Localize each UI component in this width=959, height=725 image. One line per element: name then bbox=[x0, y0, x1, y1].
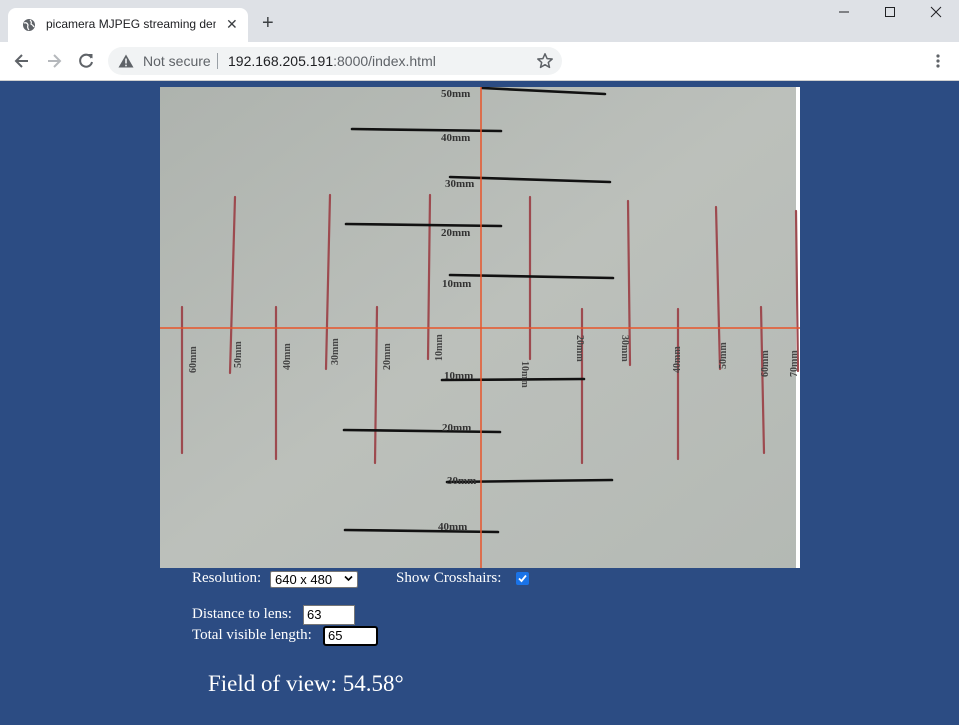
url-path: :8000/index.html bbox=[333, 53, 436, 69]
scale-label: 20mm bbox=[382, 343, 393, 370]
close-icon[interactable]: ✕ bbox=[226, 16, 238, 33]
scale-label: 30mm bbox=[447, 475, 476, 487]
reload-icon[interactable] bbox=[76, 51, 96, 71]
scale-label: 40mm bbox=[441, 132, 470, 144]
divider bbox=[217, 53, 218, 69]
scale-label: 10mm bbox=[434, 334, 445, 361]
distance-label: Distance to lens: bbox=[192, 606, 292, 622]
scale-label: 30mm bbox=[330, 338, 341, 365]
browser-toolbar: Not secure 192.168.205.191:8000/index.ht… bbox=[0, 42, 959, 81]
scale-label: 50mm bbox=[441, 88, 470, 100]
scale-label: 20mm bbox=[441, 227, 470, 239]
scale-label: 30mm bbox=[619, 335, 630, 362]
scale-label: 50mm bbox=[233, 341, 244, 368]
checkmark-icon bbox=[518, 574, 527, 583]
chevron-down-icon bbox=[344, 575, 353, 582]
warning-icon[interactable] bbox=[118, 54, 134, 68]
maximize-icon[interactable] bbox=[870, 5, 910, 27]
address-bar[interactable]: Not secure 192.168.205.191:8000/index.ht… bbox=[108, 47, 562, 75]
camera-stream: 50mm 40mm 30mm 20mm 10mm 10mm 20mm 30mm … bbox=[160, 87, 800, 568]
stream-image: 50mm 40mm 30mm 20mm 10mm 10mm 20mm 30mm … bbox=[160, 87, 800, 568]
scale-label: 60mm bbox=[760, 350, 771, 377]
security-label[interactable]: Not secure bbox=[143, 53, 211, 69]
browser-tab[interactable]: picamera MJPEG streaming demo ✕ bbox=[8, 8, 248, 42]
resolution-value: 640 x 480 bbox=[275, 572, 333, 587]
back-arrow-icon[interactable] bbox=[12, 51, 32, 71]
minimize-icon[interactable] bbox=[824, 5, 864, 27]
url-host: 192.168.205.191 bbox=[228, 53, 334, 69]
scale-label: 70mm bbox=[789, 350, 800, 377]
resolution-label: Resolution: bbox=[192, 570, 262, 586]
scale-label: 60mm bbox=[188, 346, 199, 373]
scale-label: 40mm bbox=[672, 346, 683, 373]
url-text[interactable]: 192.168.205.191:8000/index.html bbox=[228, 53, 436, 69]
tab-strip: picamera MJPEG streaming demo ✕ + bbox=[0, 0, 959, 42]
scale-label: 10mm bbox=[519, 361, 530, 388]
scale-label: 20mm bbox=[574, 335, 585, 362]
scale-label: 40mm bbox=[282, 343, 293, 370]
scale-label: 20mm bbox=[442, 422, 471, 434]
globe-icon bbox=[23, 19, 35, 31]
scale-label: 10mm bbox=[442, 278, 471, 290]
distance-input[interactable]: 63 bbox=[303, 605, 355, 625]
field-of-view-result: Field of view: 54.58° bbox=[208, 671, 404, 696]
crosshairs-checkbox[interactable] bbox=[516, 572, 529, 585]
crosshairs-label: Show Crosshairs: bbox=[396, 570, 502, 586]
scale-label: 30mm bbox=[445, 178, 474, 190]
scale-label: 50mm bbox=[718, 342, 729, 369]
length-label: Total visible length: bbox=[192, 627, 312, 643]
scale-label: 10mm bbox=[444, 370, 473, 382]
more-vert-icon[interactable] bbox=[930, 53, 946, 69]
scale-label: 40mm bbox=[438, 521, 467, 533]
resolution-select[interactable]: 640 x 480 bbox=[270, 571, 358, 588]
length-input[interactable]: 65 bbox=[323, 626, 378, 646]
forward-arrow-icon[interactable] bbox=[44, 51, 64, 71]
resolution-row: Resolution: 640 x 480 Show Crosshairs: bbox=[192, 570, 692, 590]
plus-icon[interactable]: + bbox=[262, 13, 274, 33]
star-icon[interactable] bbox=[536, 52, 554, 70]
window-close-icon[interactable] bbox=[916, 5, 956, 27]
tab-title: picamera MJPEG streaming demo bbox=[46, 17, 216, 31]
